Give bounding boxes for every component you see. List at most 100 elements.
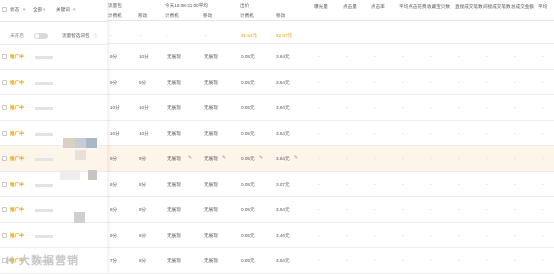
- table-row-sticky[interactable]: 推广中: [0, 197, 107, 223]
- header-status-sticky[interactable]: 状态: [10, 7, 19, 13]
- header-clicks[interactable]: 点击量: [343, 4, 357, 10]
- row-checkbox[interactable]: [2, 156, 7, 161]
- row-checkbox[interactable]: [2, 130, 7, 136]
- redacted-image: [63, 138, 75, 148]
- stat-cell: -: [542, 54, 544, 59]
- summary-price-2: ¥2.87元: [276, 33, 293, 38]
- header-total-deal[interactable]: 总成交金额: [511, 4, 534, 10]
- header-mobile: 移动: [138, 13, 148, 18]
- row-checkbox[interactable]: [2, 207, 7, 212]
- rank-billing: 无展现: [167, 181, 181, 187]
- header-avg-cpc[interactable]: 平均点击花费: [399, 4, 427, 10]
- rank-mobile: 无展现: [204, 130, 218, 136]
- quality-score-mobile: 10分: [139, 54, 149, 59]
- header-keyword-sticky: 关键词: [56, 7, 70, 12]
- quality-score-billing: 9分: [110, 79, 118, 85]
- stat-cell: -: [318, 156, 320, 161]
- redacted-keyword: [35, 183, 53, 187]
- row-checkbox[interactable]: [2, 79, 7, 85]
- stat-cell: -: [458, 105, 460, 110]
- bid-mobile[interactable]: 3.64元: [276, 54, 290, 60]
- stat-cell: -: [374, 181, 376, 187]
- chevron-down-icon[interactable]: ▾: [43, 7, 45, 13]
- bid-billing[interactable]: 0.05元: [241, 258, 255, 264]
- edit-icon[interactable]: ✎: [222, 155, 226, 161]
- stat-cell: -: [514, 130, 516, 136]
- header-ctr[interactable]: 点击率: [371, 4, 385, 10]
- header-billing-2: 计费机: [165, 13, 179, 18]
- edit-icon[interactable]: ✎: [188, 155, 192, 161]
- table-row-sticky[interactable]: 推广中: [0, 146, 107, 172]
- redacted-image: [75, 138, 86, 148]
- bid-mobile[interactable]: 3.64元: [276, 207, 290, 213]
- stat-cell: -: [542, 232, 544, 238]
- quality-score-mobile: 9分: [139, 156, 147, 161]
- bid-mobile[interactable]: 3.07元: [276, 182, 290, 188]
- rank-billing: 无展现: [167, 156, 181, 161]
- help-icon[interactable]: ⓘ: [93, 33, 98, 39]
- bid-mobile[interactable]: 3.64元: [276, 156, 290, 162]
- header-indirect-deal[interactable]: 间接成交笔数: [483, 4, 511, 10]
- header-all-sticky[interactable]: 全部: [33, 7, 42, 13]
- stat-cell: -: [402, 54, 404, 59]
- header-exposure[interactable]: 曝光量: [314, 4, 328, 10]
- bid-billing[interactable]: 0.05元: [241, 182, 255, 188]
- bid-billing[interactable]: 0.05元: [241, 54, 255, 60]
- stat-cell: -: [346, 105, 348, 110]
- select-all-checkbox-sticky[interactable]: [2, 7, 7, 12]
- stat-cell: -: [486, 130, 488, 136]
- stat-cell: -: [430, 181, 432, 187]
- stat-cell: -: [486, 54, 488, 59]
- stat-cell: -: [374, 79, 376, 85]
- bid-billing[interactable]: 0.05元: [241, 156, 255, 162]
- header-billing: 计费机: [108, 13, 122, 18]
- bid-mobile[interactable]: 3.64元: [276, 80, 290, 86]
- summary-billing: -: [110, 33, 112, 38]
- table-row-sticky[interactable]: 推广中: [0, 44, 107, 70]
- stat-cell: -: [402, 105, 404, 110]
- stat-cell: -: [542, 258, 544, 263]
- row-status: 推广中: [10, 79, 24, 85]
- bid-billing[interactable]: 0.05元: [241, 80, 255, 86]
- quality-score-billing: 9分: [110, 156, 118, 161]
- header-avg[interactable]: 平均: [538, 4, 547, 10]
- redacted-keyword: [35, 234, 53, 238]
- row-checkbox[interactable]: [2, 232, 7, 238]
- rank-mobile: 无展现: [204, 232, 218, 238]
- stat-cell: -: [374, 54, 376, 59]
- bid-mobile[interactable]: 3.64元: [276, 258, 290, 264]
- row-status: 推广中: [10, 207, 24, 212]
- edit-icon[interactable]: ✎: [259, 155, 263, 161]
- enable-toggle-sticky[interactable]: [34, 33, 48, 39]
- header-collect[interactable]: 收藏宝贝数: [427, 4, 450, 10]
- bid-billing[interactable]: 0.05元: [241, 233, 255, 239]
- stat-cell: -: [486, 181, 488, 187]
- stat-cell: -: [374, 232, 376, 238]
- row-checkbox[interactable]: [2, 54, 7, 59]
- stat-cell: -: [430, 232, 432, 238]
- row-checkbox[interactable]: [2, 105, 7, 110]
- table-row-sticky[interactable]: 推广中: [0, 70, 107, 95]
- stat-cell: -: [346, 156, 348, 161]
- header-direct-deal[interactable]: 直接成交笔数: [455, 4, 483, 10]
- stat-cell: -: [514, 258, 516, 263]
- bid-billing[interactable]: 0.05元: [241, 207, 255, 213]
- stat-cell: -: [318, 105, 320, 110]
- stat-cell: -: [458, 130, 460, 136]
- sort-icon[interactable]: ▾: [73, 7, 75, 13]
- stat-cell: -: [458, 79, 460, 85]
- quality-score-billing: 8分: [110, 207, 118, 212]
- stat-cell: -: [430, 79, 432, 85]
- bid-mobile[interactable]: 3.46元: [276, 233, 290, 239]
- row-checkbox[interactable]: [2, 181, 7, 187]
- stat-cell: -: [346, 54, 348, 59]
- bid-mobile[interactable]: 3.64元: [276, 131, 290, 137]
- stat-cell: -: [346, 181, 348, 187]
- table-row-sticky[interactable]: 推广中: [0, 95, 107, 121]
- edit-icon[interactable]: ✎: [294, 155, 298, 161]
- bid-mobile[interactable]: 3.64元: [276, 105, 290, 111]
- chevron-down-icon[interactable]: ▾: [23, 7, 25, 13]
- table-row-sticky[interactable]: 推广中: [0, 223, 107, 248]
- bid-billing[interactable]: 0.05元: [241, 131, 255, 137]
- bid-billing[interactable]: 0.05元: [241, 105, 255, 111]
